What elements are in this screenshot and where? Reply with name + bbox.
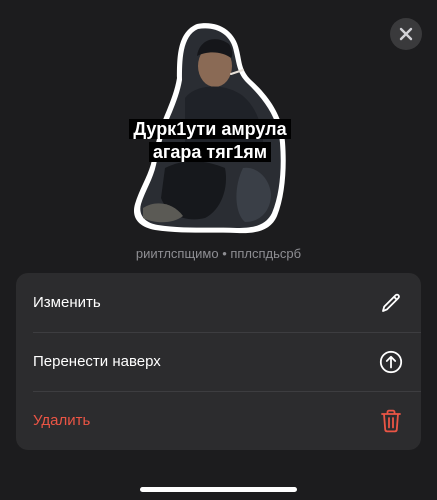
sticker-caption: Дурк1ути амрула агара тяг1ям [125,118,295,164]
delete-menu-item[interactable]: Удалить [16,391,421,450]
trash-icon [379,409,403,433]
sticker-caption-line1: Дурк1ути амрула [129,119,291,139]
sticker-preview: Дурк1ути амрула агара тяг1ям [125,18,295,236]
move-to-top-menu-item[interactable]: Перенести наверх [16,332,421,391]
sticker-pack-info: риитлспщимо • пплспдьсрб [135,246,302,261]
action-menu: Изменить Перенести наверх Удалить [16,273,421,450]
arrow-up-circle-icon [379,350,403,374]
home-indicator[interactable] [140,487,297,492]
delete-label: Удалить [33,412,91,429]
move-to-top-label: Перенести наверх [33,353,161,370]
pencil-icon [379,291,403,315]
sticker-caption-line2: агара тяг1ям [148,142,272,162]
close-icon [399,27,413,41]
close-button[interactable] [390,18,422,50]
sticker-options-sheet: Дурк1ути амрула агара тяг1ям риитлспщимо… [0,0,437,500]
edit-menu-item[interactable]: Изменить [16,273,421,332]
edit-label: Изменить [33,294,101,311]
